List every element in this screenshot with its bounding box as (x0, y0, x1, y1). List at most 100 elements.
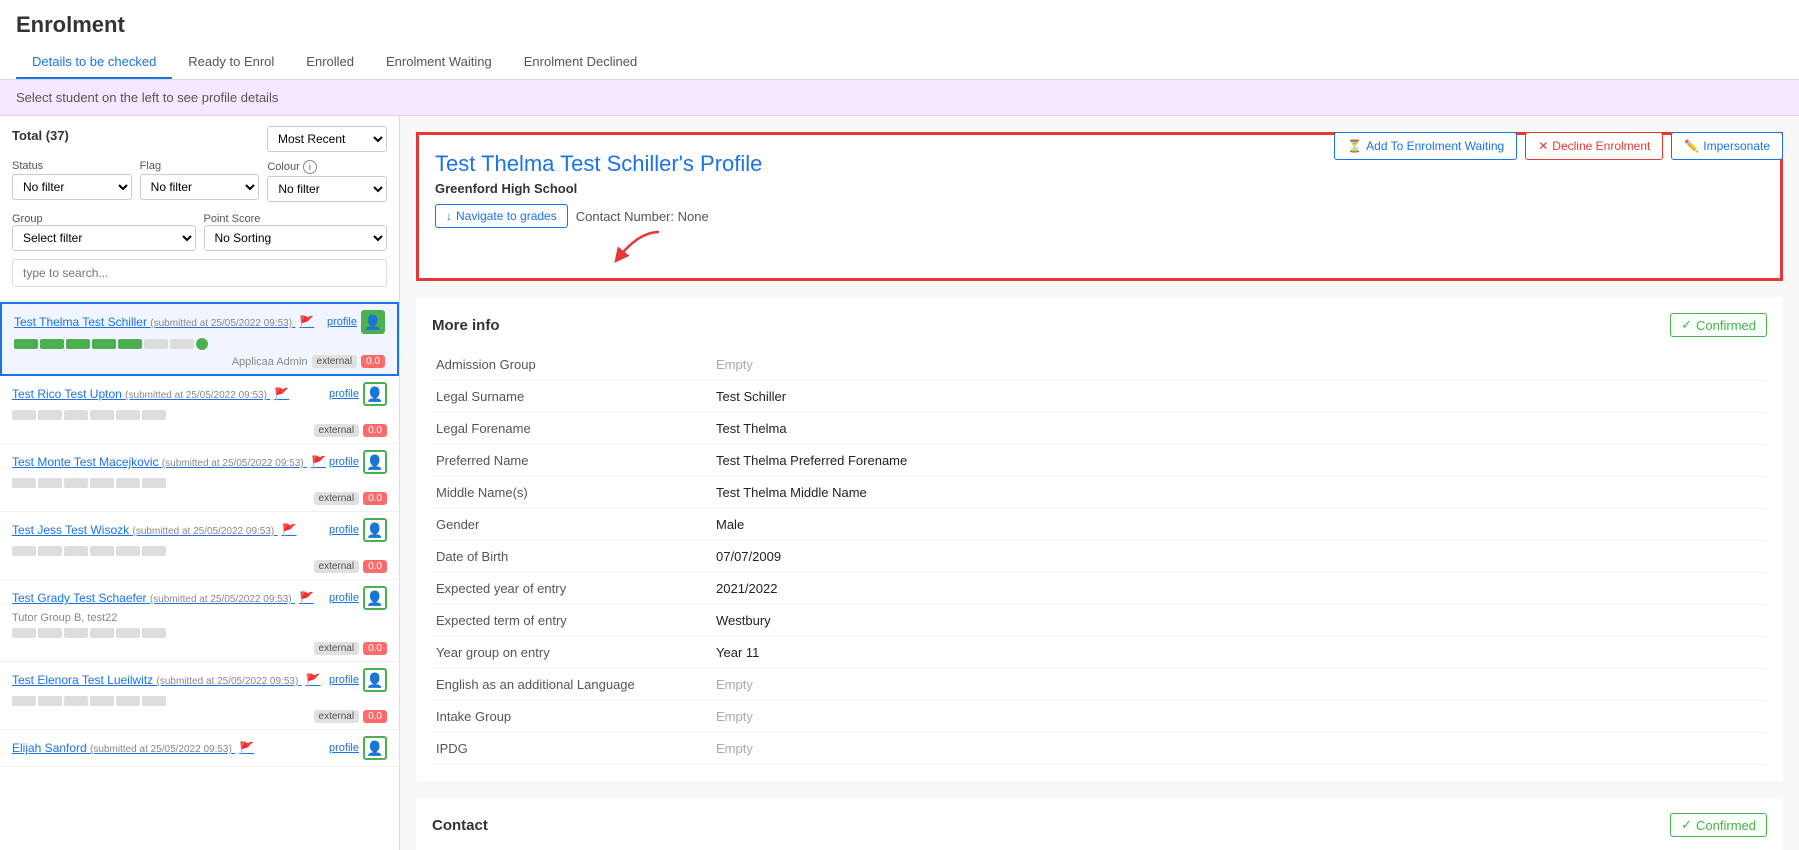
contact-section: Contact ✓ Confirmed (416, 797, 1783, 850)
bar-seg (142, 628, 166, 638)
progress-bars (12, 410, 387, 420)
bar-seg (66, 339, 90, 349)
contact-confirmed-badge: ✓ Confirmed (1670, 813, 1767, 837)
add-to-waiting-button[interactable]: ⏳ Add To Enrolment Waiting (1334, 132, 1517, 160)
tab-ready[interactable]: Ready to Enrol (172, 46, 290, 79)
field-value: Test Thelma Preferred Forename (712, 445, 1767, 477)
field-label: Expected term of entry (432, 605, 712, 637)
bar-seg (170, 339, 194, 349)
point-score-filter: Point Score No Sorting (204, 210, 388, 251)
contact-header: Contact ✓ Confirmed (432, 813, 1767, 837)
student-name[interactable]: Test Rico Test Upton (submitted at 25/05… (12, 387, 289, 401)
impersonate-button[interactable]: ✏️ Impersonate (1671, 132, 1783, 160)
student-name[interactable]: Test Grady Test Schaefer (submitted at 2… (12, 591, 314, 605)
field-label: IPDG (432, 733, 712, 765)
table-row: Intake Group Empty (432, 701, 1767, 733)
external-badge: external (314, 424, 360, 437)
bar-seg (12, 410, 36, 420)
most-recent-select[interactable]: Most Recent (267, 126, 387, 152)
list-item[interactable]: Test Monte Test Macejkovic (submitted at… (0, 444, 399, 512)
bar-seg (64, 696, 88, 706)
score-badge: 0.0 (361, 355, 385, 368)
student-name[interactable]: Test Elenora Test Lueilwitz (submitted a… (12, 673, 321, 687)
bar-seg (144, 339, 168, 349)
table-row: Gender Male (432, 509, 1767, 541)
avatar: 👤 (361, 310, 385, 334)
student-name[interactable]: Test Thelma Test Schiller (submitted at … (14, 315, 314, 329)
badge-row: external 0.0 (12, 492, 387, 505)
navigate-to-grades-button[interactable]: ↓ Navigate to grades (435, 204, 568, 228)
bar-seg (118, 339, 142, 349)
external-badge: external (314, 710, 360, 723)
filter-row-1: Status No filter Flag No filter Colour i (12, 160, 387, 202)
bar-seg (90, 696, 114, 706)
profile-link[interactable]: profile (327, 316, 357, 328)
list-item[interactable]: Test Rico Test Upton (submitted at 25/05… (0, 376, 399, 444)
list-item[interactable]: Test Elenora Test Lueilwitz (submitted a… (0, 662, 399, 730)
student-note: Applicaa Admin (232, 356, 308, 368)
tab-enrolled[interactable]: Enrolled (290, 46, 370, 79)
status-select[interactable]: No filter (12, 174, 132, 200)
student-note: Tutor Group B, test22 (12, 612, 387, 624)
score-badge: 0.0 (363, 642, 387, 655)
profile-link[interactable]: profile (329, 742, 359, 754)
score-badge: 0.0 (363, 492, 387, 505)
student-name[interactable]: Elijah Sanford (submitted at 25/05/2022 … (12, 741, 254, 755)
profile-link[interactable]: profile (329, 388, 359, 400)
profile-link[interactable]: profile (329, 674, 359, 686)
bar-seg (92, 339, 116, 349)
bar-seg (12, 546, 36, 556)
progress-bars (12, 696, 387, 706)
group-select[interactable]: Select filter (12, 225, 196, 251)
badge-row: Applicaa Admin external 0.0 (14, 354, 385, 368)
tab-details[interactable]: Details to be checked (16, 46, 172, 79)
external-badge: external (314, 492, 360, 505)
flag-select[interactable]: No filter (140, 174, 260, 200)
list-item[interactable]: Elijah Sanford (submitted at 25/05/2022 … (0, 730, 399, 767)
colour-select[interactable]: No filter (267, 176, 387, 202)
table-row: Expected term of entry Westbury (432, 605, 1767, 637)
group-filter: Group Select filter (12, 210, 196, 251)
field-value: Male (712, 509, 1767, 541)
right-panel: ⏳ Add To Enrolment Waiting ✕ Decline Enr… (400, 116, 1799, 850)
profile-link[interactable]: profile (329, 456, 359, 468)
bar-seg (40, 339, 64, 349)
external-badge: external (312, 355, 358, 368)
left-panel: Total (37) Most Recent Status No filter … (0, 116, 400, 850)
confirmed-badge: ✓ Confirmed (1670, 313, 1767, 337)
student-name[interactable]: Test Monte Test Macejkovic (submitted at… (12, 455, 326, 469)
bar-seg (142, 546, 166, 556)
list-item[interactable]: Test Jess Test Wisozk (submitted at 25/0… (0, 512, 399, 580)
table-row: Preferred Name Test Thelma Preferred For… (432, 445, 1767, 477)
flag-icon: 🚩 (299, 315, 314, 329)
tab-waiting[interactable]: Enrolment Waiting (370, 46, 508, 79)
tab-declined[interactable]: Enrolment Declined (508, 46, 653, 79)
student-name[interactable]: Test Jess Test Wisozk (submitted at 25/0… (12, 523, 297, 537)
list-item[interactable]: Test Grady Test Schaefer (submitted at 2… (0, 580, 399, 662)
table-row: Middle Name(s) Test Thelma Middle Name (432, 477, 1767, 509)
decline-enrolment-button[interactable]: ✕ Decline Enrolment (1525, 132, 1663, 160)
left-panel-header: Total (37) Most Recent Status No filter … (0, 116, 399, 302)
bar-seg (64, 478, 88, 488)
list-item[interactable]: Test Thelma Test Schiller (submitted at … (0, 302, 399, 376)
tab-bar: Details to be checked Ready to Enrol Enr… (16, 46, 1783, 79)
field-value: Empty (712, 349, 1767, 381)
bar-seg (12, 478, 36, 488)
bar-seg (38, 410, 62, 420)
profile-link[interactable]: profile (329, 592, 359, 604)
bar-seg (116, 478, 140, 488)
profile-actions-bar: ⏳ Add To Enrolment Waiting ✕ Decline Enr… (1334, 132, 1783, 160)
profile-link[interactable]: profile (329, 524, 359, 536)
bar-seg (64, 628, 88, 638)
more-info-title: More info (432, 317, 500, 334)
colour-info-icon[interactable]: i (303, 160, 317, 174)
bar-seg (116, 410, 140, 420)
search-input[interactable] (12, 259, 387, 287)
avatar: 👤 (363, 586, 387, 610)
flag-icon: 🚩 (299, 591, 314, 605)
field-label: Gender (432, 509, 712, 541)
point-score-select[interactable]: No Sorting (204, 225, 388, 251)
table-row: Legal Forename Test Thelma (432, 413, 1767, 445)
info-banner: Select student on the left to see profil… (0, 80, 1799, 116)
avatar: 👤 (363, 518, 387, 542)
